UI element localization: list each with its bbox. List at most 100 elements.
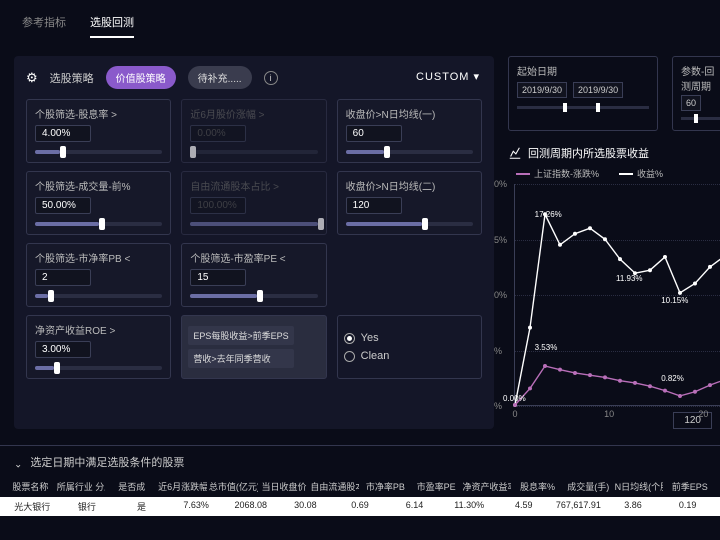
radio-yes[interactable]: Yes xyxy=(344,332,475,344)
filter-slider[interactable] xyxy=(190,294,317,298)
filter-slider[interactable] xyxy=(35,222,162,226)
chart-legend: 上证指数-涨跌% 收益% xyxy=(516,167,720,180)
col-header[interactable]: 总市值(亿元) xyxy=(209,480,258,493)
chevron-down-icon[interactable]: ⌃ xyxy=(14,457,22,468)
filter-slider[interactable] xyxy=(35,294,162,298)
col-header[interactable]: 股票名称 xyxy=(6,480,55,493)
filter-card: 收盘价>N日均线(二) xyxy=(337,171,482,235)
data-label: 0.00% xyxy=(503,394,526,403)
tab-reference[interactable]: 参考指标 xyxy=(22,8,66,38)
custom-label[interactable]: CUSTOM▾ xyxy=(416,70,480,83)
gear-icon: ⚙ xyxy=(26,70,38,86)
filter-slider[interactable] xyxy=(190,150,317,154)
cell: 11.30% xyxy=(443,500,496,513)
date-range-group: 起始日期 2019/9/30 2019/9/30 xyxy=(508,56,658,131)
eps-cond-1[interactable]: EPS每股收益>前季EPS xyxy=(188,326,293,345)
cell: 7.63% xyxy=(170,500,223,513)
cell: 767,617.91 xyxy=(552,500,605,513)
pill-pending[interactable]: 待补充..... xyxy=(188,66,252,89)
filter-slider[interactable] xyxy=(346,222,473,226)
data-label: 3.53% xyxy=(535,343,558,352)
filter-card: 个股筛选-市盈率PE < xyxy=(181,243,326,307)
filter-slider[interactable] xyxy=(190,222,317,226)
filter-slider[interactable] xyxy=(346,150,473,154)
filter-card: 净资产收益ROE > xyxy=(26,315,171,379)
cell: 30.08 xyxy=(279,500,332,513)
col-header[interactable]: 股息率% xyxy=(513,480,562,493)
end-date[interactable]: 2019/9/30 xyxy=(573,82,623,98)
filter-input[interactable] xyxy=(190,125,246,142)
col-header[interactable]: 市净率PB xyxy=(361,480,410,493)
chart-icon xyxy=(508,146,522,160)
filter-slider[interactable] xyxy=(35,150,162,154)
filter-label: 收盘价>N日均线(一) xyxy=(346,106,473,121)
filter-input[interactable] xyxy=(35,197,91,214)
results-section: ⌃ 选定日期中满足选股条件的股票 股票名称所属行业 分股是否成近6月涨跌幅总市值… xyxy=(0,445,720,516)
date-slider[interactable] xyxy=(517,106,649,109)
filter-label: 收盘价>N日均线(二) xyxy=(346,178,473,193)
filter-input[interactable] xyxy=(35,269,91,286)
filter-input[interactable] xyxy=(346,125,402,142)
filter-slider[interactable] xyxy=(35,366,162,370)
cell: 6.14 xyxy=(388,500,441,513)
filter-input[interactable] xyxy=(35,125,91,142)
filter-card: 个股筛选-股息率 > xyxy=(26,99,171,163)
cell: 0.19 xyxy=(661,500,714,513)
data-label: 17.26% xyxy=(535,210,562,219)
param-label: 参数-回测周期 xyxy=(681,63,720,93)
filter-label: 自由流通股本占比 > xyxy=(190,178,317,193)
cell: 光大银行 xyxy=(6,500,59,513)
info-icon[interactable]: i xyxy=(264,71,278,85)
radio-clean[interactable]: Clean xyxy=(344,350,475,362)
cell: 3.86 xyxy=(607,500,660,513)
filter-card: 自由流通股本占比 > xyxy=(181,171,326,235)
radio-group: Yes Clean xyxy=(337,315,482,379)
col-header[interactable]: 成交量(手) xyxy=(564,480,613,493)
col-header[interactable]: 所属行业 分股 xyxy=(57,480,106,493)
eps-conditions: EPS每股收益>前季EPS 营收>去年同季营收 xyxy=(181,315,326,379)
cell: 银行 xyxy=(61,500,114,513)
data-label: 0.82% xyxy=(661,374,684,383)
table-row[interactable]: 光大银行银行是7.63%2068.0830.080.696.1411.30%4.… xyxy=(0,497,720,516)
cell: 是 xyxy=(115,500,168,513)
filter-label: 净资产收益ROE > xyxy=(35,322,162,337)
start-date[interactable]: 2019/9/30 xyxy=(517,82,567,98)
table-header: 股票名称所属行业 分股是否成近6月涨跌幅总市值(亿元)当日收盘价自由流通股本占比… xyxy=(0,480,720,493)
filter-label: 个股筛选-股息率 > xyxy=(35,106,162,121)
filter-label: 个股筛选-市净率PB < xyxy=(35,250,162,265)
filter-card: 个股筛选-成交量-前% xyxy=(26,171,171,235)
filter-label: 近6月股价涨幅 > xyxy=(190,106,317,121)
filter-input[interactable] xyxy=(190,197,246,214)
filter-card: 个股筛选-市净率PB < xyxy=(26,243,171,307)
filter-card: 收盘价>N日均线(一) xyxy=(337,99,482,163)
filter-label: 个股筛选-成交量-前% xyxy=(35,178,162,193)
col-header[interactable]: 近6月涨跌幅 xyxy=(158,480,207,493)
filter-input[interactable] xyxy=(190,269,246,286)
strategy-title: 选股策略 xyxy=(50,70,94,86)
col-header[interactable]: 自由流通股本占比 xyxy=(310,480,359,493)
tab-backtest[interactable]: 选股回测 xyxy=(90,8,134,38)
param-slider[interactable] xyxy=(681,117,720,120)
line-chart: 0%5%10%15%20%010200.00%17.26%3.53%11.93%… xyxy=(514,184,720,406)
chart-title-row: 回测周期内所选股票收益 xyxy=(508,145,720,161)
filter-label: 个股筛选-市盈率PE < xyxy=(190,250,317,265)
date-label: 起始日期 xyxy=(517,63,649,78)
filter-input[interactable] xyxy=(346,197,402,214)
filter-input[interactable] xyxy=(35,341,91,358)
col-header[interactable]: 当日收盘价 xyxy=(260,480,309,493)
cell: 4.59 xyxy=(497,500,550,513)
data-label: 10.15% xyxy=(661,296,688,305)
cell: 0.69 xyxy=(334,500,387,513)
param-group: 参数-回测周期 60 xyxy=(672,56,720,131)
filter-card: 近6月股价涨幅 > xyxy=(181,99,326,163)
col-header[interactable]: 前季EPS xyxy=(665,480,714,493)
col-header[interactable]: 市盈率PE xyxy=(412,480,461,493)
eps-cond-2[interactable]: 营收>去年同季营收 xyxy=(188,349,293,368)
param-value[interactable]: 60 xyxy=(681,95,701,111)
col-header[interactable]: 净资产收益率ROE xyxy=(462,480,511,493)
data-label: 11.93% xyxy=(616,274,643,283)
results-title: 选定日期中满足选股条件的股票 xyxy=(30,454,184,470)
pill-value-strategy[interactable]: 价值股策略 xyxy=(106,66,176,89)
col-header[interactable]: 是否成 xyxy=(107,480,156,493)
col-header[interactable]: N日均线(个股) xyxy=(615,480,664,493)
